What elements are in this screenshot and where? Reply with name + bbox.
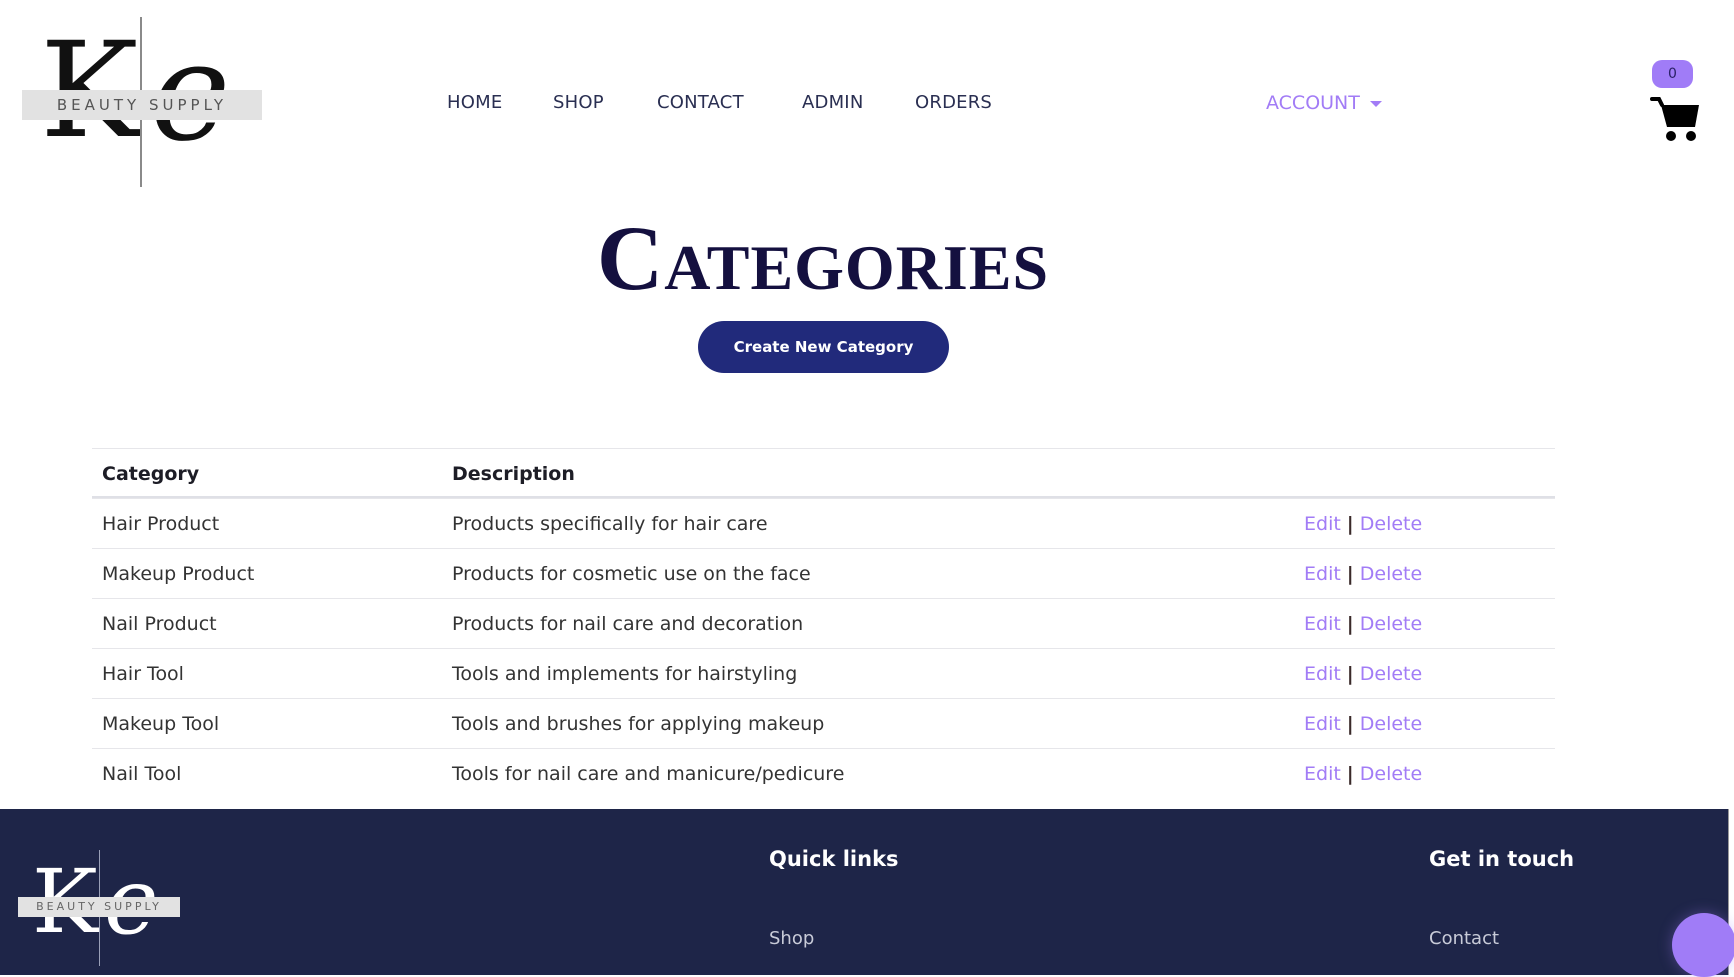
edit-link[interactable]: Edit bbox=[1304, 563, 1341, 585]
account-dropdown[interactable]: ACCOUNT bbox=[1266, 92, 1382, 114]
table-row: Makeup Tool Tools and brushes for applyi… bbox=[92, 698, 1555, 748]
table-row: Hair Product Products specifically for h… bbox=[92, 498, 1555, 548]
category-name: Nail Tool bbox=[102, 763, 182, 785]
row-actions: Edit | Delete bbox=[1304, 549, 1422, 599]
category-name: Nail Product bbox=[102, 613, 217, 635]
category-name: Hair Tool bbox=[102, 663, 184, 685]
chat-bubble-button[interactable] bbox=[1672, 913, 1734, 977]
table-row: Nail Product Products for nail care and … bbox=[92, 598, 1555, 648]
footer-link-shop[interactable]: Shop bbox=[769, 928, 814, 949]
action-separator: | bbox=[1346, 763, 1354, 785]
delete-link[interactable]: Delete bbox=[1360, 513, 1422, 535]
header-category: Category bbox=[102, 463, 200, 485]
create-category-button[interactable]: Create New Category bbox=[698, 321, 949, 373]
caret-down-icon bbox=[1369, 101, 1382, 107]
shopping-cart-icon bbox=[1650, 97, 1699, 141]
delete-link[interactable]: Delete bbox=[1360, 563, 1422, 585]
category-description: Tools and brushes for applying makeup bbox=[452, 713, 825, 735]
delete-link[interactable]: Delete bbox=[1360, 663, 1422, 685]
page-title: Categories bbox=[596, 207, 1050, 309]
row-actions: Edit | Delete bbox=[1304, 749, 1422, 799]
account-label: ACCOUNT bbox=[1266, 92, 1360, 114]
nav-orders[interactable]: ORDERS bbox=[915, 92, 992, 113]
edit-link[interactable]: Edit bbox=[1304, 663, 1341, 685]
category-description: Products for nail care and decoration bbox=[452, 613, 804, 635]
footer-link-contact[interactable]: Contact bbox=[1429, 928, 1499, 949]
site-footer bbox=[0, 809, 1729, 975]
table-header-row: Category Description bbox=[92, 448, 1555, 498]
table-row: Nail Tool Tools for nail care and manicu… bbox=[92, 748, 1555, 798]
delete-link[interactable]: Delete bbox=[1360, 713, 1422, 735]
table-row: Hair Tool Tools and implements for hairs… bbox=[92, 648, 1555, 698]
quick-links-heading: Quick links bbox=[769, 847, 899, 871]
row-actions: Edit | Delete bbox=[1304, 649, 1422, 699]
cart-button[interactable] bbox=[1650, 95, 1702, 143]
category-name: Hair Product bbox=[102, 513, 220, 535]
category-description: Tools for nail care and manicure/pedicur… bbox=[452, 763, 845, 785]
edit-link[interactable]: Edit bbox=[1304, 513, 1341, 535]
category-description: Tools and implements for hairstyling bbox=[452, 663, 798, 685]
category-description: Products for cosmetic use on the face bbox=[452, 563, 811, 585]
action-separator: | bbox=[1346, 613, 1354, 635]
row-actions: Edit | Delete bbox=[1304, 499, 1422, 549]
logo-tagline: BEAUTY SUPPLY bbox=[22, 90, 262, 120]
cart-count-badge: 0 bbox=[1652, 60, 1693, 88]
header-description: Description bbox=[452, 463, 575, 485]
table-row: Makeup Product Products for cosmetic use… bbox=[92, 548, 1555, 598]
delete-link[interactable]: Delete bbox=[1360, 613, 1422, 635]
delete-link[interactable]: Delete bbox=[1360, 763, 1422, 785]
edit-link[interactable]: Edit bbox=[1304, 613, 1341, 635]
edit-link[interactable]: Edit bbox=[1304, 713, 1341, 735]
footer-logo-tagline: BEAUTY SUPPLY bbox=[18, 897, 180, 917]
footer-logo[interactable]: K e BEAUTY SUPPLY bbox=[18, 850, 182, 966]
action-separator: | bbox=[1346, 663, 1354, 685]
row-actions: Edit | Delete bbox=[1304, 699, 1422, 749]
edit-link[interactable]: Edit bbox=[1304, 763, 1341, 785]
nav-shop[interactable]: SHOP bbox=[553, 92, 604, 113]
category-name: Makeup Tool bbox=[102, 713, 220, 735]
nav-home[interactable]: HOME bbox=[447, 92, 502, 113]
get-in-touch-heading: Get in touch bbox=[1429, 847, 1575, 871]
row-actions: Edit | Delete bbox=[1304, 599, 1422, 649]
categories-table: Category Description Hair Product Produc… bbox=[92, 448, 1555, 798]
nav-admin[interactable]: ADMIN bbox=[802, 92, 863, 113]
action-separator: | bbox=[1346, 563, 1354, 585]
brand-logo[interactable]: K e BEAUTY SUPPLY bbox=[22, 17, 264, 187]
nav-contact[interactable]: CONTACT bbox=[657, 92, 744, 113]
action-separator: | bbox=[1346, 713, 1354, 735]
action-separator: | bbox=[1346, 513, 1354, 535]
category-description: Products specifically for hair care bbox=[452, 513, 768, 535]
category-name: Makeup Product bbox=[102, 563, 255, 585]
